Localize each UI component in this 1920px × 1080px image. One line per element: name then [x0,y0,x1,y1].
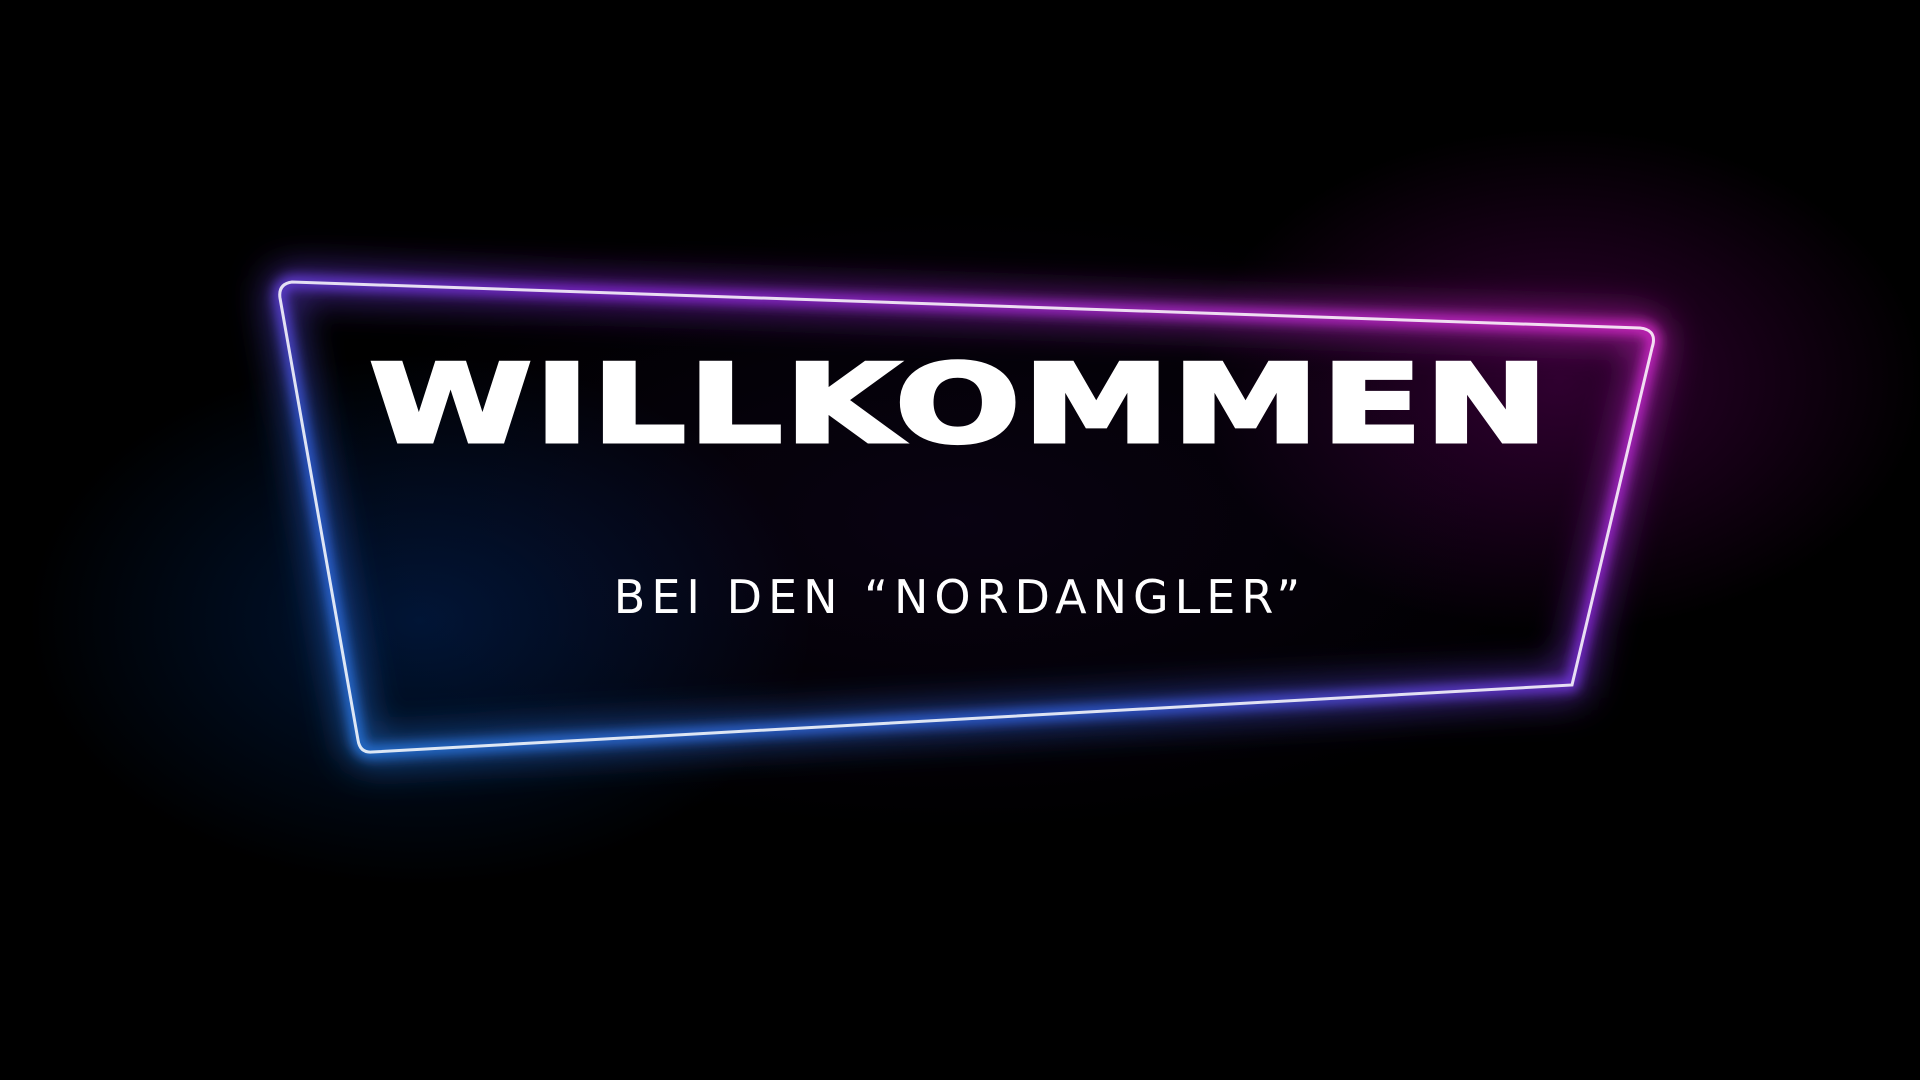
welcome-headline: WILLKOMMEN [367,340,1551,468]
neon-frame [266,268,1667,766]
welcome-banner: WILLKOMMEN BEI DEN “NORDANGLER” [0,0,1920,1080]
club-name-subline: BEI DEN “NORDANGLER” [613,570,1307,624]
